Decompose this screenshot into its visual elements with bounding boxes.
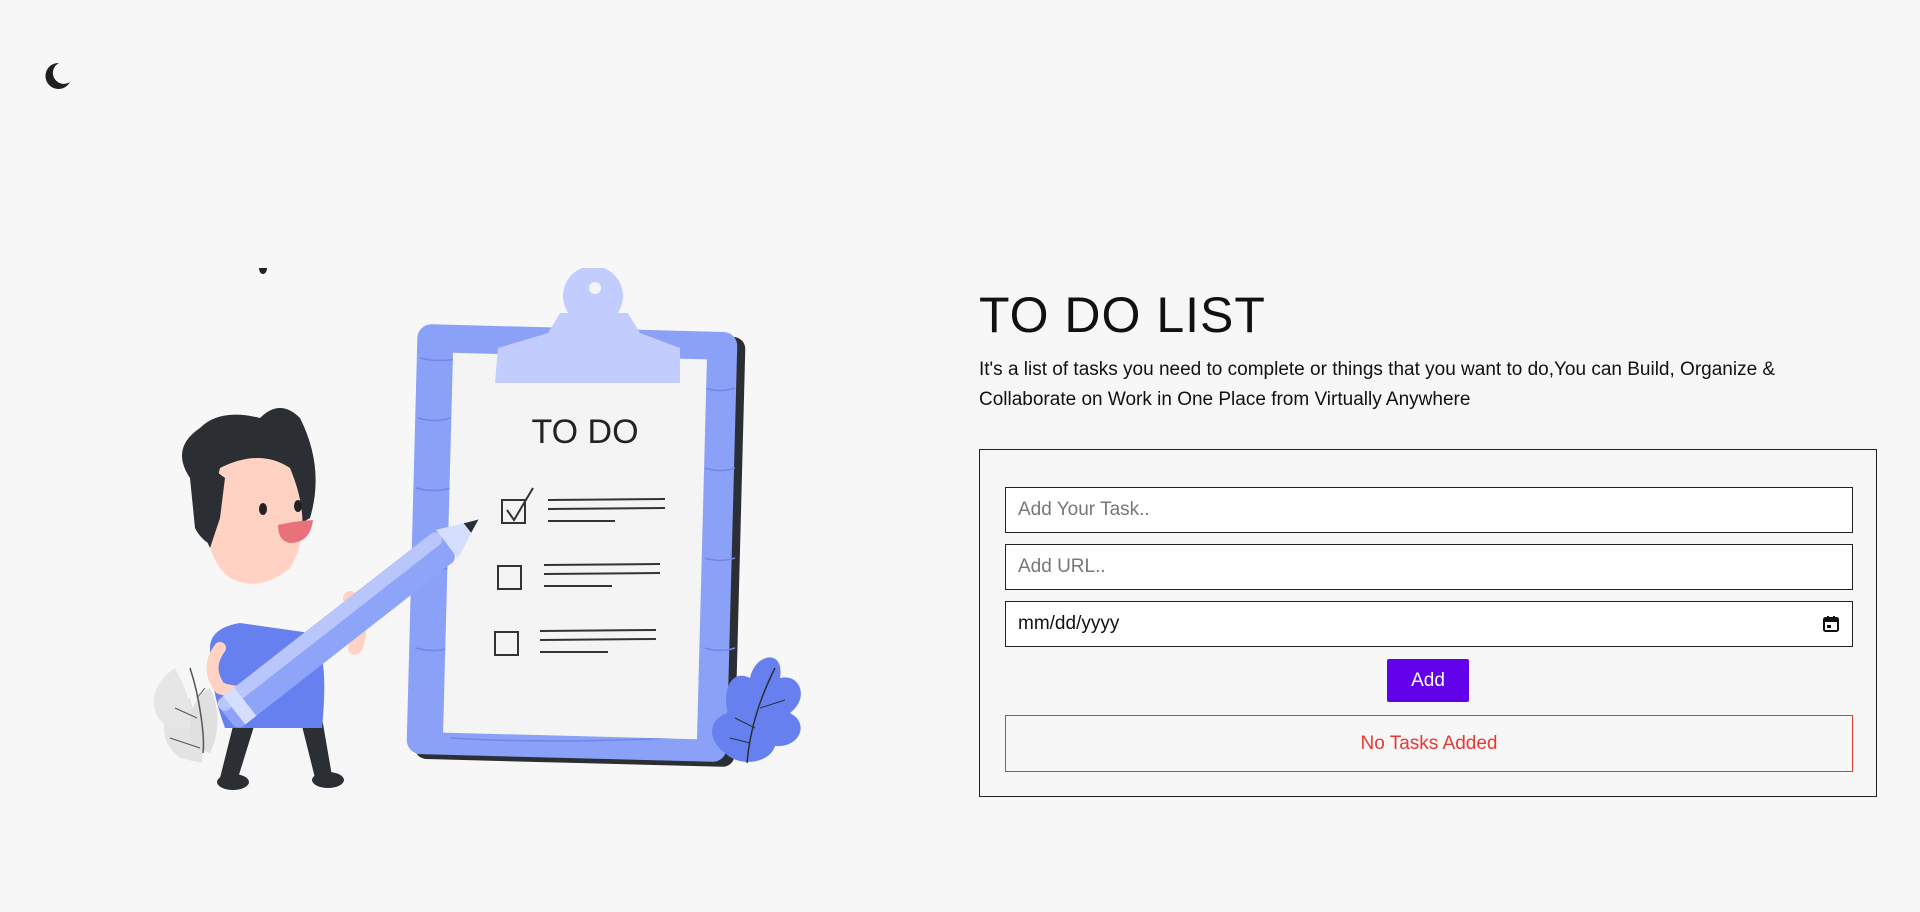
url-input[interactable]: [1005, 544, 1853, 590]
left-plant: [153, 667, 218, 763]
main-content: TO DO LIST It's a list of tasks you need…: [979, 285, 1879, 797]
task-form-card: mm/dd/yyyy Add No Tasks Added: [979, 449, 1877, 797]
theme-toggle-button[interactable]: [38, 58, 74, 94]
page-subtitle: It's a list of tasks you need to complet…: [979, 359, 1776, 410]
date-input[interactable]: mm/dd/yyyy: [1005, 601, 1853, 647]
page-title: TO DO LIST: [979, 287, 1266, 343]
empty-message: No Tasks Added: [1360, 732, 1498, 754]
task-input[interactable]: [1005, 487, 1853, 533]
task-list-empty-state: No Tasks Added: [1005, 715, 1853, 772]
add-button[interactable]: Add: [1387, 659, 1469, 702]
todo-illustration: TO DO: [150, 262, 810, 808]
button-row: Add: [1005, 659, 1851, 702]
clipboard-heading: TO DO: [531, 413, 638, 451]
calendar-icon[interactable]: [1822, 615, 1840, 633]
moon-icon: [45, 62, 70, 89]
date-input-value: mm/dd/yyyy: [1018, 613, 1120, 634]
